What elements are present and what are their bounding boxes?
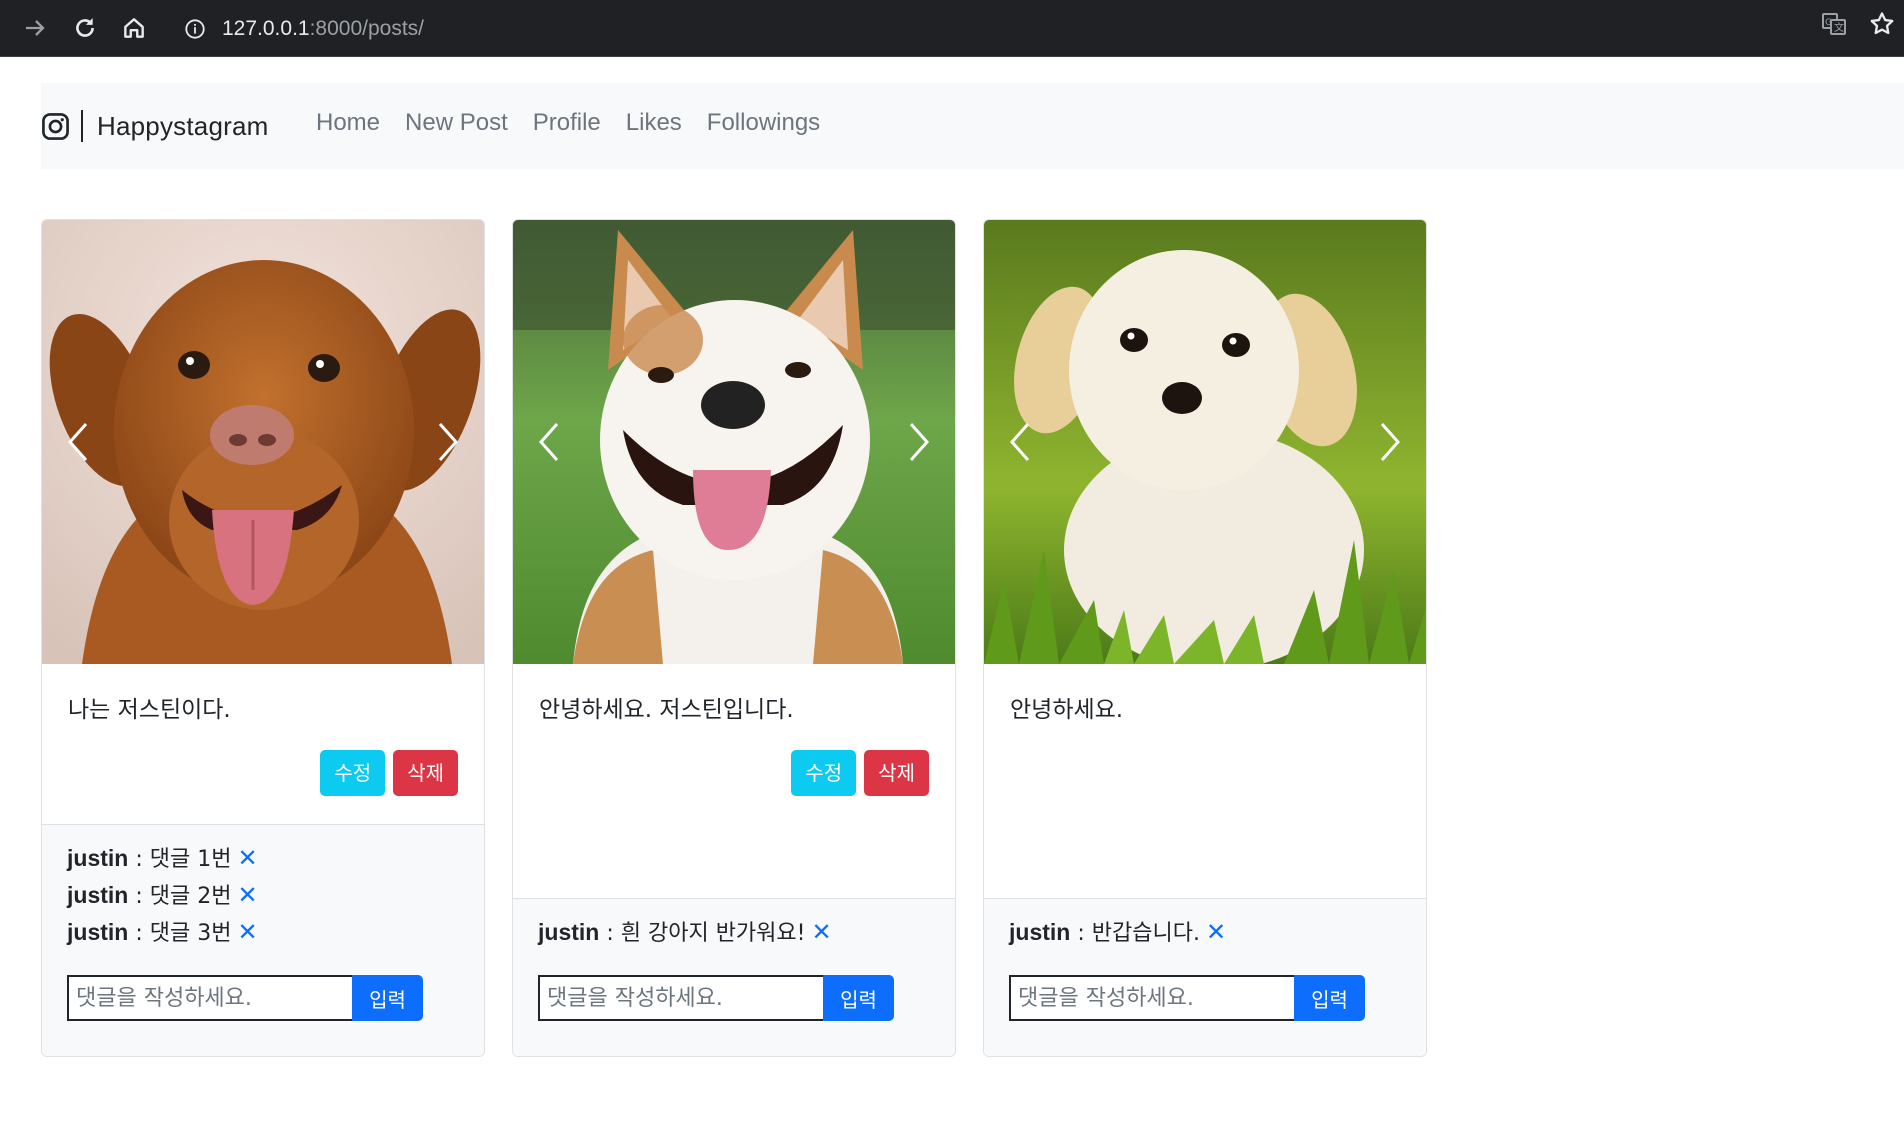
svg-text:文: 文 xyxy=(1834,21,1844,34)
comment-text: 반갑습니다. xyxy=(1091,921,1200,946)
comment-item: justin : 흰 강아지 반가워요! ✕ xyxy=(538,915,832,947)
post-image xyxy=(513,220,955,664)
comment-user[interactable]: justin xyxy=(538,919,599,945)
delete-comment-icon[interactable]: ✕ xyxy=(237,844,257,872)
delete-comment-icon[interactable]: ✕ xyxy=(237,918,257,946)
post-actions: 수정 삭제 xyxy=(320,750,458,796)
comment-text: 댓글 3번 xyxy=(149,921,232,946)
post-card: 안녕하세요. justin : 반갑습니다.✕ 입력 xyxy=(983,219,1427,1057)
comment-sep: : xyxy=(1070,921,1092,946)
reload-icon[interactable] xyxy=(65,8,105,48)
url-host: 127.0.0.1 xyxy=(222,17,310,40)
nav-followings[interactable]: Followings xyxy=(707,109,820,137)
carousel-prev-icon[interactable] xyxy=(60,420,100,464)
nav-new-post[interactable]: New Post xyxy=(405,109,508,137)
carousel-next-icon[interactable] xyxy=(426,420,466,464)
nav-profile[interactable]: Profile xyxy=(533,109,601,137)
address-url: 127.0.0.1:8000/posts/ xyxy=(222,17,424,41)
edit-button[interactable]: 수정 xyxy=(791,750,857,796)
nav-likes[interactable]: Likes xyxy=(626,109,682,137)
svg-text:G: G xyxy=(1825,18,1832,28)
comment-sep: : xyxy=(128,847,150,872)
submit-comment-button[interactable]: 입력 xyxy=(352,975,423,1021)
post-card: 나는 저스틴이다. 수정 삭제 justin : 댓글 1번 ✕ justin :… xyxy=(41,219,485,1057)
submit-comment-button[interactable]: 입력 xyxy=(823,975,894,1021)
comments-section: justin : 흰 강아지 반가워요!✕ 입력 xyxy=(513,898,955,1056)
star-icon[interactable] xyxy=(1868,10,1896,38)
post-image xyxy=(984,220,1426,664)
brand-divider xyxy=(81,110,83,142)
forward-icon[interactable] xyxy=(15,8,55,48)
comment-input[interactable] xyxy=(1009,975,1294,1021)
comment-item: justin : 댓글 3번 ✕ xyxy=(67,915,258,947)
comment-sep: : xyxy=(128,921,150,946)
carousel-next-icon[interactable] xyxy=(897,420,937,464)
comments-section: justin : 댓글 1번 ✕ justin : 댓글 2번 ✕ justin :… xyxy=(42,824,484,1056)
post-actions: 수정 삭제 xyxy=(791,750,929,796)
home-icon[interactable] xyxy=(114,8,154,48)
delete-comment-icon[interactable]: ✕ xyxy=(1206,918,1226,946)
post-caption: 안녕하세요. 저스틴입니다. xyxy=(539,697,794,723)
post-caption: 나는 저스틴이다. xyxy=(68,697,231,723)
instagram-icon xyxy=(42,112,69,140)
comment-item: justin : 댓글 1번 ✕ xyxy=(67,841,258,873)
brand-name: Happystagram xyxy=(97,110,269,141)
comments-section: justin : 반갑습니다.✕ 입력 xyxy=(984,898,1426,1056)
translate-icon[interactable]: 文G xyxy=(1820,10,1848,38)
comment-text: 흰 강아지 반가워요! xyxy=(620,921,806,946)
comment-input[interactable] xyxy=(538,975,823,1021)
post-card: 안녕하세요. 저스틴입니다. 수정 삭제 justin : 흰 강아지 반가워요… xyxy=(512,219,956,1057)
carousel-next-icon[interactable] xyxy=(1368,420,1408,464)
comment-form: 입력 xyxy=(1009,975,1365,1021)
brand[interactable]: Happystagram xyxy=(41,105,268,147)
comment-form: 입력 xyxy=(538,975,894,1021)
comment-sep: : xyxy=(599,921,621,946)
delete-comment-icon[interactable]: ✕ xyxy=(811,918,831,946)
address-bar[interactable]: 127.0.0.1:8000/posts/ xyxy=(170,8,1810,48)
delete-comment-icon[interactable]: ✕ xyxy=(237,881,257,909)
edit-button[interactable]: 수정 xyxy=(320,750,386,796)
comment-user[interactable]: justin xyxy=(67,919,128,945)
comment-user[interactable]: justin xyxy=(1009,919,1070,945)
nav-home[interactable]: Home xyxy=(316,109,380,137)
comment-text: 댓글 2번 xyxy=(149,884,232,909)
nav-links: Home New Post Profile Likes Followings xyxy=(316,109,845,137)
comment-sep: : xyxy=(128,884,150,909)
submit-comment-button[interactable]: 입력 xyxy=(1294,975,1365,1021)
comment-user[interactable]: justin xyxy=(67,845,128,871)
post-caption: 안녕하세요. xyxy=(1010,697,1124,723)
carousel-prev-icon[interactable] xyxy=(1002,420,1042,464)
comment-item: justin : 댓글 2번 ✕ xyxy=(67,878,258,910)
comment-user[interactable]: justin xyxy=(67,882,128,908)
comment-form: 입력 xyxy=(67,975,423,1021)
url-path: :8000/posts/ xyxy=(309,17,425,40)
carousel-prev-icon[interactable] xyxy=(531,420,571,464)
delete-button[interactable]: 삭제 xyxy=(393,750,458,796)
browser-toolbar: 127.0.0.1:8000/posts/ 文G xyxy=(0,0,1904,57)
app-navbar: Happystagram Home New Post Profile Likes… xyxy=(41,83,1904,169)
info-icon[interactable] xyxy=(184,18,206,40)
comment-text: 댓글 1번 xyxy=(149,847,232,872)
post-image xyxy=(42,220,484,664)
comment-input[interactable] xyxy=(67,975,352,1021)
comment-item: justin : 반갑습니다. ✕ xyxy=(1009,915,1226,947)
delete-button[interactable]: 삭제 xyxy=(864,750,929,796)
